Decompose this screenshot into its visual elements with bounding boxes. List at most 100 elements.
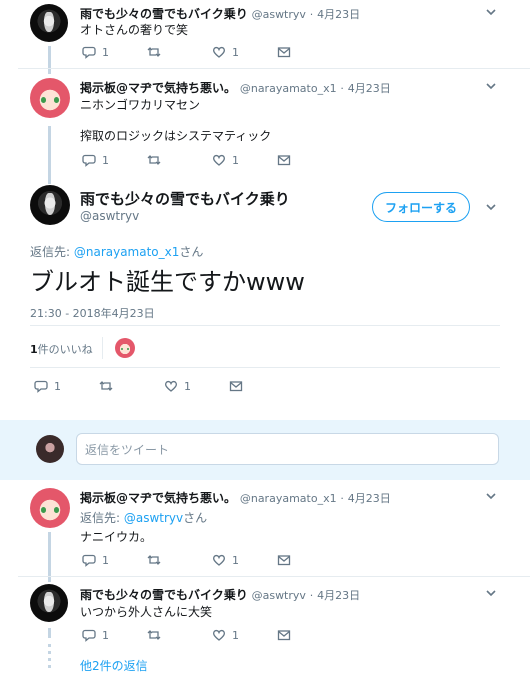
dm-button[interactable] bbox=[277, 45, 342, 59]
avatar[interactable] bbox=[30, 584, 68, 622]
retweet-button[interactable] bbox=[147, 153, 212, 167]
tweet-text: オトさんの奢りで笑 bbox=[80, 23, 189, 37]
heart-icon bbox=[213, 46, 225, 58]
mail-icon bbox=[277, 630, 291, 641]
retweet-icon bbox=[147, 47, 161, 57]
reply-button[interactable]: 1 bbox=[34, 379, 99, 393]
mail-icon bbox=[229, 381, 243, 392]
tweet-actions: 1 1 bbox=[34, 378, 294, 394]
chevron-down-icon[interactable] bbox=[485, 6, 497, 18]
like-button[interactable]: 1 bbox=[212, 45, 277, 59]
like-button[interactable]: 1 bbox=[212, 153, 277, 167]
reply-count: 1 bbox=[102, 153, 109, 167]
thread-line bbox=[48, 628, 51, 638]
thread-line bbox=[48, 126, 51, 184]
tweet-text: 搾取のロジックはシステマティック bbox=[80, 129, 272, 143]
tweet-actions: 1 1 bbox=[82, 152, 342, 168]
handle[interactable]: @narayamato_x1 bbox=[240, 492, 337, 505]
likes-summary[interactable]: 1件のいいね bbox=[30, 341, 93, 357]
chevron-down-icon[interactable] bbox=[485, 201, 497, 213]
reply-to-link[interactable]: @aswtryv bbox=[124, 511, 183, 525]
heart-icon bbox=[165, 380, 177, 392]
reply-count: 1 bbox=[102, 553, 109, 567]
tweet-date[interactable]: 4月23日 bbox=[317, 589, 360, 602]
tweet-date[interactable]: 4月23日 bbox=[348, 82, 391, 95]
dm-button[interactable] bbox=[277, 553, 342, 567]
like-button[interactable]: 1 bbox=[212, 628, 277, 642]
tweet-date[interactable]: 4月23日 bbox=[348, 492, 391, 505]
likes-label: 件のいいね bbox=[37, 343, 93, 356]
divider bbox=[30, 367, 500, 368]
reply-input[interactable]: 返信をツイート bbox=[76, 433, 499, 465]
reply-icon bbox=[82, 46, 96, 59]
divider bbox=[102, 337, 103, 359]
retweet-button[interactable] bbox=[147, 553, 212, 567]
display-name[interactable]: 雨でも少々の雪でもバイク乗り bbox=[80, 588, 248, 602]
reply-icon bbox=[82, 154, 96, 167]
tweet-text: ニホンゴワカリマセン bbox=[80, 98, 201, 112]
liker-avatar[interactable] bbox=[115, 338, 135, 358]
follow-button[interactable]: フォローする bbox=[372, 192, 470, 222]
heart-icon bbox=[213, 629, 225, 641]
chevron-down-icon[interactable] bbox=[485, 490, 497, 502]
avatar[interactable] bbox=[30, 488, 70, 528]
display-name[interactable]: 掲示板@マヂで気持ち悪い。 bbox=[80, 491, 236, 505]
thread-line bbox=[48, 46, 51, 74]
reply-count: 1 bbox=[102, 628, 109, 642]
reply-button[interactable]: 1 bbox=[82, 553, 147, 567]
reply-button[interactable]: 1 bbox=[82, 628, 147, 642]
tweet-text: ナニイウカ。 bbox=[80, 530, 153, 544]
divider bbox=[18, 576, 530, 577]
reply-button[interactable]: 1 bbox=[82, 153, 147, 167]
heart-icon bbox=[213, 554, 225, 566]
reply-button[interactable]: 1 bbox=[82, 45, 147, 59]
display-name[interactable]: 掲示板@マヂで気持ち悪い。 bbox=[80, 81, 236, 95]
tweet-text: ブルオト誕生ですかwww bbox=[30, 268, 305, 296]
retweet-icon bbox=[147, 630, 161, 640]
reply-icon bbox=[82, 629, 96, 642]
retweet-button[interactable] bbox=[147, 628, 212, 642]
reply-to-link[interactable]: @narayamato_x1 bbox=[74, 245, 180, 259]
display-name[interactable]: 雨でも少々の雪でもバイク乗り bbox=[80, 7, 248, 21]
mail-icon bbox=[277, 47, 291, 58]
reply-context: 返信先: @aswtryvさん bbox=[80, 511, 208, 525]
avatar[interactable] bbox=[30, 78, 70, 118]
like-button[interactable]: 1 bbox=[164, 379, 229, 393]
tweet-actions: 1 1 bbox=[82, 627, 342, 643]
chevron-down-icon[interactable] bbox=[485, 587, 497, 599]
divider bbox=[30, 325, 500, 326]
avatar bbox=[36, 435, 64, 463]
reply-context: 返信先: @narayamato_x1さん bbox=[30, 245, 204, 259]
retweet-button[interactable] bbox=[99, 379, 164, 393]
mail-icon bbox=[277, 155, 291, 166]
retweet-icon bbox=[147, 155, 161, 165]
reply-compose-area: 返信をツイート bbox=[0, 420, 530, 480]
dm-button[interactable] bbox=[229, 379, 294, 393]
like-count: 1 bbox=[184, 379, 191, 393]
retweet-icon bbox=[147, 555, 161, 565]
handle[interactable]: @aswtryv bbox=[80, 209, 139, 223]
dm-button[interactable] bbox=[277, 628, 342, 642]
tweet-date[interactable]: 4月23日 bbox=[317, 8, 360, 21]
more-replies-dots bbox=[48, 644, 51, 670]
handle[interactable]: @aswtryv bbox=[252, 8, 306, 21]
avatar[interactable] bbox=[30, 185, 70, 225]
reply-icon bbox=[34, 380, 48, 393]
like-count: 1 bbox=[232, 45, 239, 59]
tweet-actions: 1 1 bbox=[82, 44, 342, 60]
handle[interactable]: @narayamato_x1 bbox=[240, 82, 337, 95]
mail-icon bbox=[277, 555, 291, 566]
chevron-down-icon[interactable] bbox=[485, 80, 497, 92]
reply-count: 1 bbox=[102, 45, 109, 59]
reply-count: 1 bbox=[54, 379, 61, 393]
dm-button[interactable] bbox=[277, 153, 342, 167]
handle[interactable]: @aswtryv bbox=[252, 589, 306, 602]
more-replies-link[interactable]: 他2件の返信 bbox=[80, 657, 148, 674]
display-name[interactable]: 雨でも少々の雪でもバイク乗り bbox=[80, 188, 290, 209]
tweet-timestamp[interactable]: 21:30 - 2018年4月23日 bbox=[30, 305, 155, 321]
like-button[interactable]: 1 bbox=[212, 553, 277, 567]
tweet-text: いつから外人さんに大笑 bbox=[80, 605, 213, 619]
retweet-button[interactable] bbox=[147, 45, 212, 59]
avatar[interactable] bbox=[30, 4, 68, 42]
like-count: 1 bbox=[232, 153, 239, 167]
